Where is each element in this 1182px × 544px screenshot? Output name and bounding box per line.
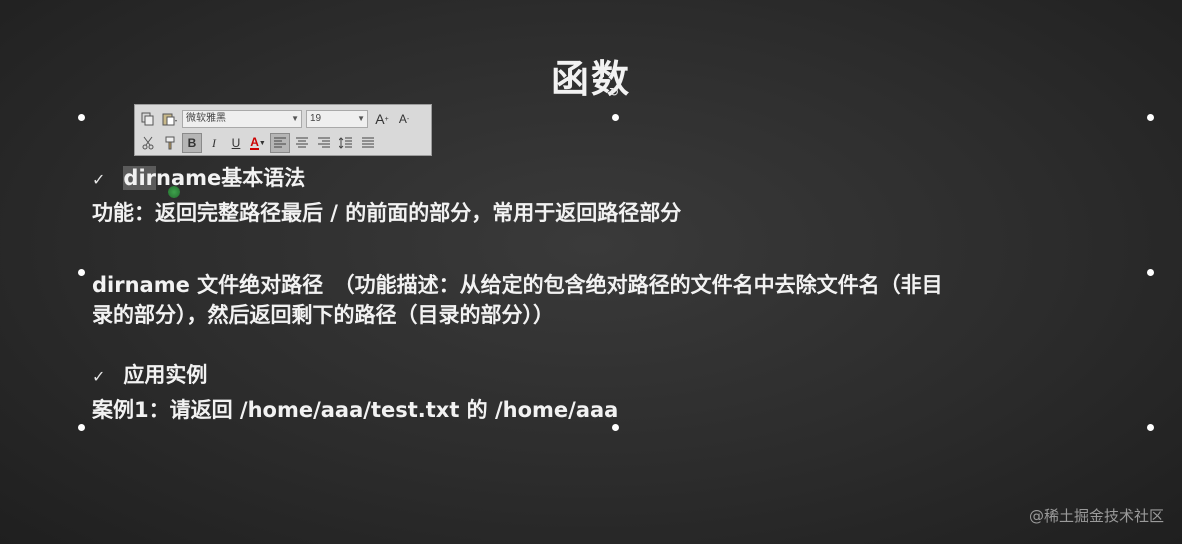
paste-icon[interactable]	[160, 109, 180, 129]
bold-label: B	[187, 136, 197, 150]
check-icon: ✓	[92, 367, 106, 386]
syntax-line-2[interactable]: 录的部分），然后返回剩下的路径（目录的部分））	[92, 300, 1137, 330]
toolbar-row-1: 微软雅黑 ▼ 19 ▼ A + A-	[138, 108, 416, 130]
example-line[interactable]: 案例1：请返回 /home/aaa/test.txt 的 /home/aaa	[92, 394, 618, 424]
underline-label: U	[231, 136, 241, 150]
selection-handle-middle-right[interactable]	[1147, 269, 1154, 276]
section-example-heading[interactable]: ✓ 应用实例	[92, 359, 207, 389]
font-color-label: A	[250, 135, 259, 150]
selected-text[interactable]: dir	[123, 166, 156, 190]
rotate-handle-icon[interactable]: ↻	[608, 86, 620, 98]
function-description[interactable]: 功能：返回完整路径最后 / 的前面的部分，常用于返回路径部分	[92, 197, 681, 227]
grow-font-label: A	[375, 111, 385, 127]
heading-text[interactable]: name基本语法	[156, 166, 305, 190]
font-size-select[interactable]: 19 ▼	[306, 110, 368, 128]
toolbar-row-2: B I U A ▼	[138, 132, 380, 154]
shrink-font-label: A	[398, 112, 407, 126]
mini-format-toolbar: 微软雅黑 ▼ 19 ▼ A + A- B I U A ▼	[134, 104, 432, 156]
align-center-icon[interactable]	[292, 133, 312, 153]
syntax-line-1[interactable]: dirname 文件绝对路径 （功能描述：从给定的包含绝对路径的文件名中去除文件…	[92, 270, 1137, 300]
shrink-font-button[interactable]: A-	[394, 109, 414, 129]
chevron-down-icon: ▼	[258, 139, 266, 147]
copy-icon[interactable]	[138, 109, 158, 129]
font-name-value: 微软雅黑	[186, 113, 226, 124]
selection-handle-bottom-right[interactable]	[1147, 424, 1154, 431]
selection-handle-top-middle[interactable]	[612, 114, 619, 121]
italic-label: I	[212, 135, 216, 150]
check-icon: ✓	[92, 170, 106, 189]
font-name-select[interactable]: 微软雅黑 ▼	[182, 110, 302, 128]
selection-handle-bottom-left[interactable]	[78, 424, 85, 431]
chevron-down-icon: ▼	[357, 114, 365, 123]
underline-button[interactable]: U	[226, 133, 246, 153]
line-spacing-icon[interactable]	[336, 133, 356, 153]
chevron-down-icon: ▼	[291, 114, 299, 123]
mouse-cursor-icon	[168, 186, 180, 198]
align-right-icon[interactable]	[314, 133, 334, 153]
font-color-button[interactable]: A ▼	[248, 133, 268, 153]
watermark: @稀土掘金技术社区	[1028, 507, 1164, 525]
example-heading-text[interactable]: 应用实例	[123, 363, 207, 387]
selection-handle-bottom-middle[interactable]	[612, 424, 619, 431]
selection-handle-top-right[interactable]	[1147, 114, 1154, 121]
align-left-icon[interactable]	[270, 133, 290, 153]
font-size-value: 19	[310, 113, 322, 124]
cut-icon[interactable]	[138, 133, 158, 153]
selection-handle-middle-left[interactable]	[78, 269, 85, 276]
section-basic-syntax-heading[interactable]: ✓ dirname基本语法	[92, 162, 305, 192]
slide-canvas[interactable]: 函数 ↻ ✓ dirname基本语法 功能：返回完整路径最后 / 的前面的部分，常…	[0, 0, 1182, 544]
syntax-paragraph[interactable]: dirname 文件绝对路径 （功能描述：从给定的包含绝对路径的文件名中去除文件…	[92, 270, 1137, 330]
italic-button[interactable]: I	[204, 133, 224, 153]
bold-button[interactable]: B	[182, 133, 202, 153]
text-direction-icon[interactable]	[358, 133, 378, 153]
format-painter-icon[interactable]	[160, 133, 180, 153]
selection-handle-top-left[interactable]	[78, 114, 85, 121]
slide-title[interactable]: 函数	[0, 48, 1182, 103]
grow-font-button[interactable]: A +	[372, 109, 392, 129]
